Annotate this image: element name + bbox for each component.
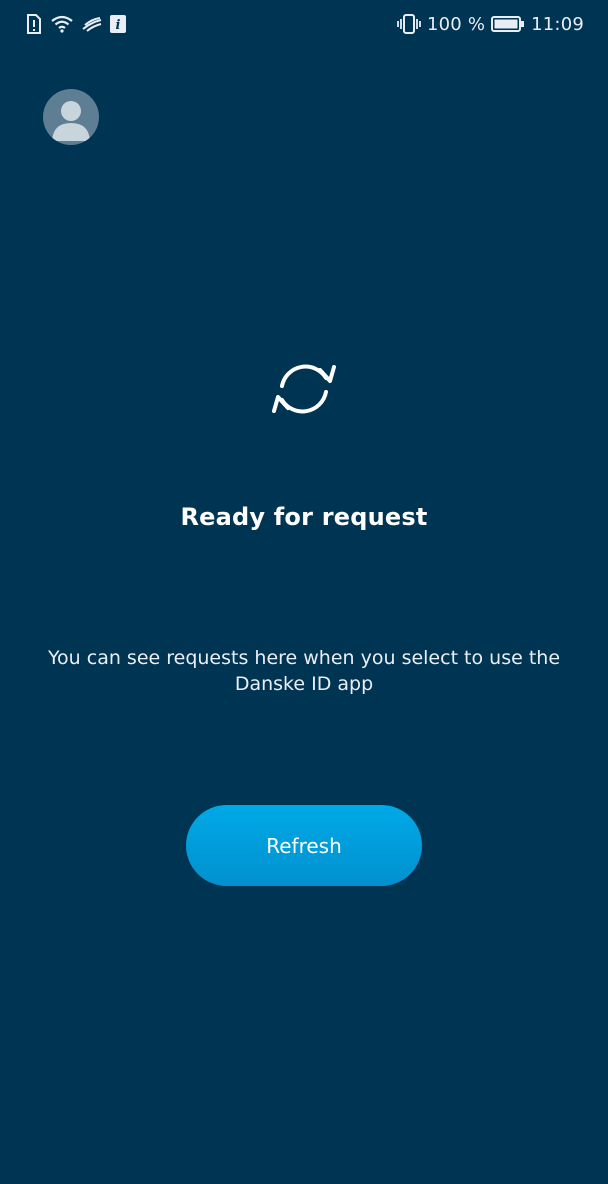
- wifi-icon: [50, 14, 74, 34]
- status-right: 100 % 11:09: [397, 14, 584, 35]
- battery-percent: 100 %: [426, 13, 486, 35]
- user-avatar-icon: [52, 101, 90, 141]
- profile-avatar-button[interactable]: [43, 89, 99, 145]
- battery-icon: [491, 16, 525, 32]
- refresh-button[interactable]: Refresh: [186, 805, 422, 886]
- sync-icon: [268, 356, 340, 422]
- status-bar: i 100 % 11:09: [0, 0, 608, 48]
- page-title: Ready for request: [180, 503, 428, 531]
- signal-icon: [82, 16, 102, 32]
- svg-text:i: i: [116, 18, 121, 33]
- info-icon: i: [110, 15, 126, 33]
- description-text: You can see requests here when you selec…: [47, 647, 561, 695]
- vibrate-icon: [397, 14, 421, 34]
- status-left-icons: i: [26, 14, 126, 34]
- app-screen: i 100 % 11:09 Ready for request You can …: [0, 0, 608, 1184]
- clock: 11:09: [531, 13, 584, 35]
- sim-alert-icon: [26, 14, 42, 34]
